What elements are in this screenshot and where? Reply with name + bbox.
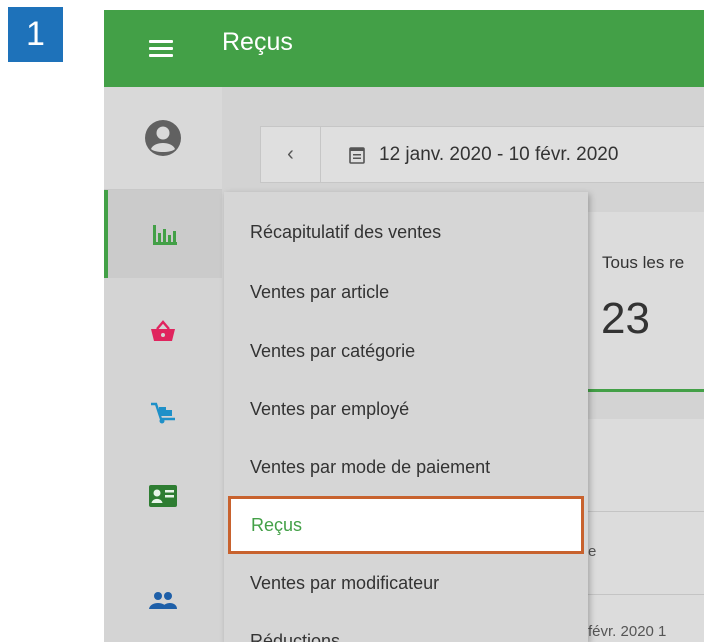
step-number-badge: 1	[8, 7, 63, 62]
panel-divider	[582, 511, 704, 512]
date-range-text: 12 janv. 2020 - 10 févr. 2020	[379, 143, 619, 165]
menu-item-sales-summary[interactable]: Récapitulatif des ventes	[224, 203, 588, 261]
menu-item-discounts[interactable]: Réductions	[224, 612, 588, 642]
menu-item-sales-by-payment-type[interactable]: Ventes par mode de paiement	[224, 438, 588, 496]
menu-item-sales-by-employee[interactable]: Ventes par employé	[224, 380, 588, 438]
employee-card-icon	[149, 485, 177, 507]
menu-item-receipts[interactable]: Reçus	[228, 496, 584, 554]
sidebar-item-inventory[interactable]	[104, 369, 222, 457]
sidebar-item-employees[interactable]	[104, 452, 222, 540]
calendar-icon	[349, 146, 365, 164]
receipts-panel: e févr. 2020 1	[582, 419, 704, 642]
menu-item-sales-by-item[interactable]: Ventes par article	[224, 263, 588, 321]
panel-divider	[582, 594, 704, 595]
menu-item-sales-by-category[interactable]: Ventes par catégorie	[224, 322, 588, 380]
account-avatar[interactable]	[104, 87, 222, 190]
hand-truck-icon	[151, 402, 175, 424]
account-circle-icon	[145, 120, 181, 156]
panel-text-fragment: févr. 2020 1	[588, 623, 667, 640]
top-app-bar: Reçus	[104, 10, 704, 87]
sidebar-item-items[interactable]	[104, 287, 222, 375]
sidebar-item-customers[interactable]	[104, 557, 222, 642]
shopping-basket-icon	[151, 320, 175, 341]
summary-card-label: Tous les re	[602, 253, 685, 272]
chevron-left-icon: ‹	[287, 143, 294, 165]
date-range-display[interactable]: 12 janv. 2020 - 10 févr. 2020	[321, 144, 618, 166]
panel-text-fragment: e	[588, 543, 597, 560]
date-range-picker[interactable]: ‹ 12 janv. 2020 - 10 févr. 2020	[260, 126, 704, 183]
sidebar	[104, 87, 222, 642]
reports-dropdown-menu: Récapitulatif des ventes Ventes par arti…	[224, 192, 588, 642]
receipts-summary-card[interactable]: Tous les re 23	[582, 212, 704, 392]
menu-item-sales-by-modifier[interactable]: Ventes par modificateur	[224, 554, 588, 612]
sidebar-item-reports[interactable]	[104, 190, 222, 278]
page-title: Reçus	[222, 28, 293, 56]
previous-period-button[interactable]: ‹	[261, 127, 321, 182]
customers-icon	[149, 592, 177, 609]
summary-card-value: 23	[601, 294, 650, 343]
hamburger-menu-icon[interactable]	[149, 40, 173, 58]
bar-chart-icon	[153, 225, 177, 245]
